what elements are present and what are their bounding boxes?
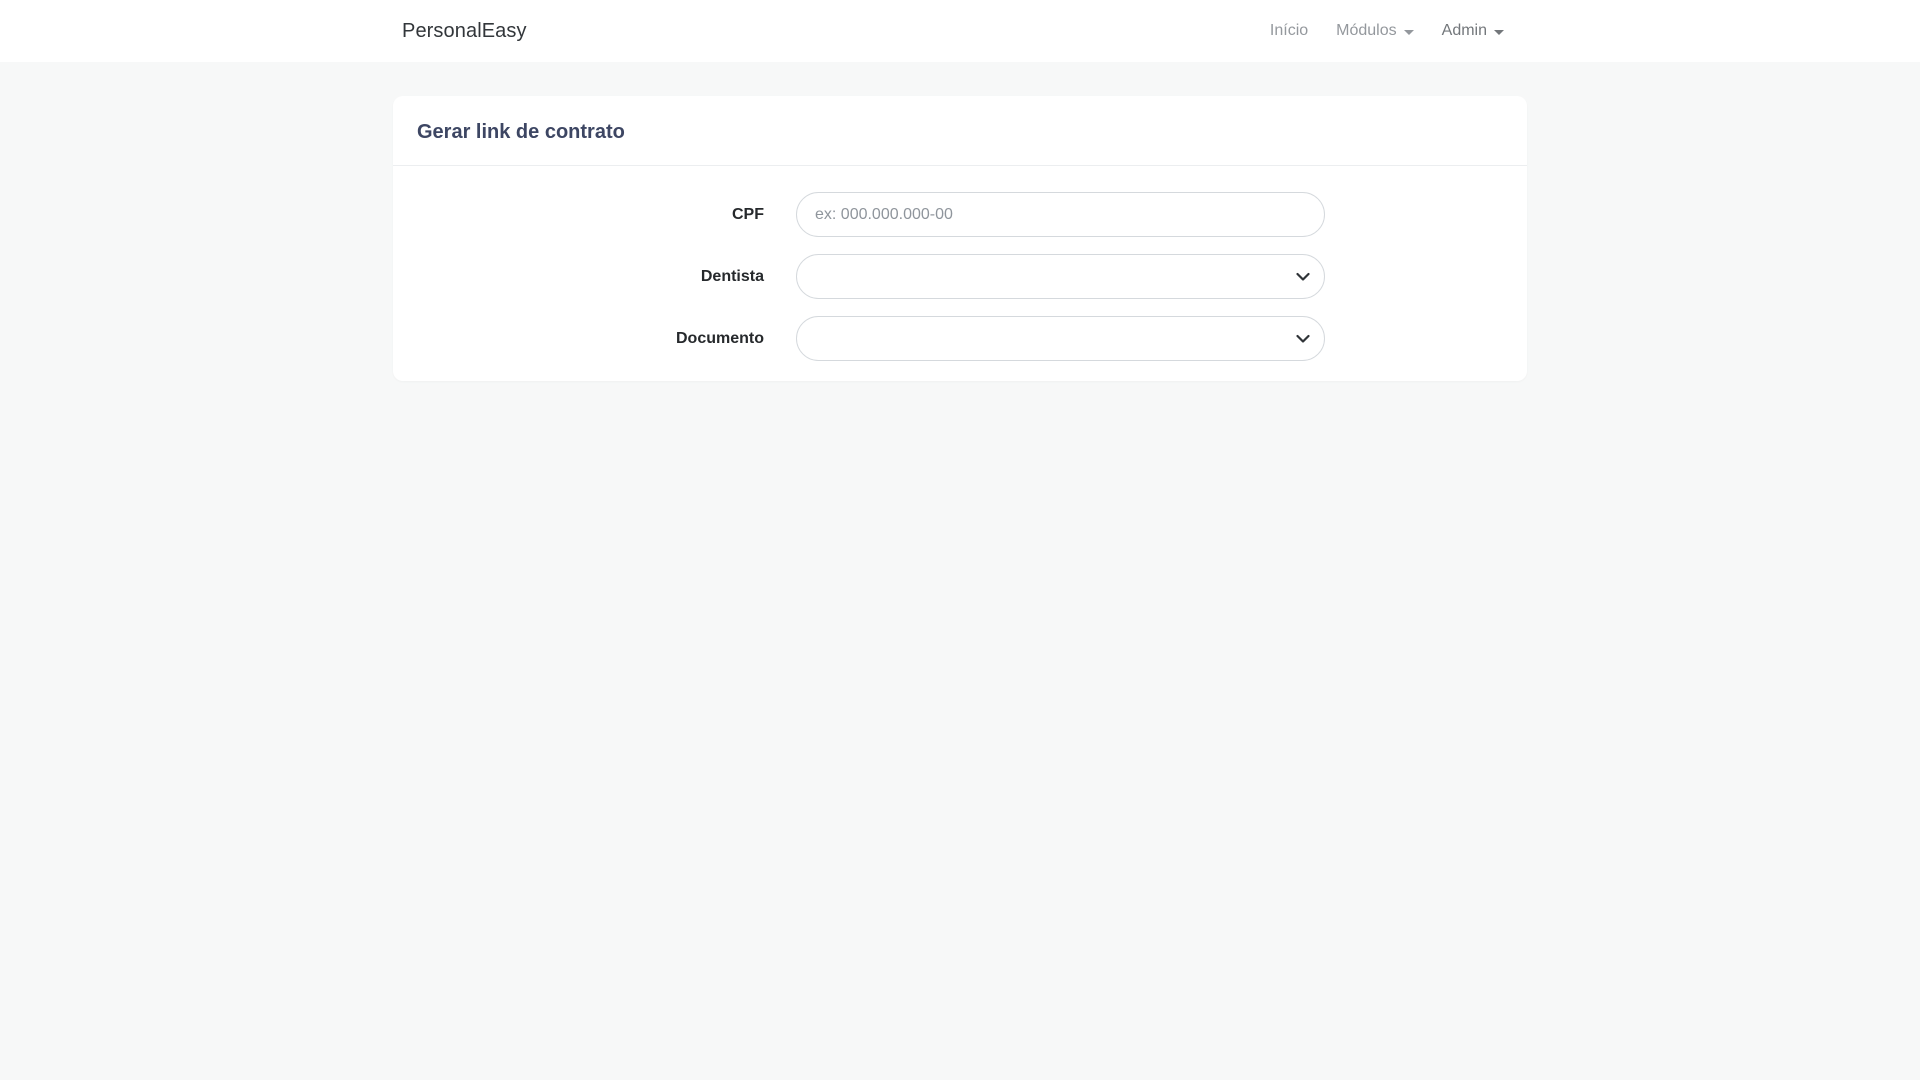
documento-label: Documento bbox=[417, 330, 796, 348]
dentista-select[interactable] bbox=[796, 254, 1325, 299]
nav-item-admin[interactable]: Admin bbox=[1428, 14, 1518, 48]
card-header: Gerar link de contrato bbox=[393, 96, 1527, 166]
nav-item-admin-label: Admin bbox=[1442, 22, 1487, 40]
form-row-cpf: CPF bbox=[417, 192, 1503, 237]
cpf-label: CPF bbox=[417, 206, 796, 224]
nav-item-inicio[interactable]: Início bbox=[1256, 14, 1322, 48]
cpf-input[interactable] bbox=[796, 192, 1325, 237]
card-body: CPF Dentista Documento bbox=[393, 166, 1527, 381]
nav-item-modulos[interactable]: Módulos bbox=[1322, 14, 1427, 48]
dentista-control-wrap bbox=[796, 254, 1325, 299]
dentista-label: Dentista bbox=[417, 268, 796, 286]
navbar-container: PersonalEasy Início Módulos Admin bbox=[390, 14, 1530, 48]
form-row-dentista: Dentista bbox=[417, 254, 1503, 299]
documento-control-wrap bbox=[796, 316, 1325, 361]
nav-item-modulos-label: Módulos bbox=[1336, 22, 1396, 40]
brand-link[interactable]: PersonalEasy bbox=[402, 20, 527, 43]
page-title: Gerar link de contrato bbox=[417, 121, 1503, 144]
cpf-control-wrap bbox=[796, 192, 1325, 237]
nav-item-inicio-label: Início bbox=[1270, 22, 1308, 40]
page-content: Gerar link de contrato CPF Dentista bbox=[0, 96, 1920, 381]
top-navbar: PersonalEasy Início Módulos Admin bbox=[0, 0, 1920, 62]
contract-link-card: Gerar link de contrato CPF Dentista bbox=[393, 96, 1527, 381]
chevron-down-icon bbox=[1404, 30, 1414, 35]
chevron-down-icon bbox=[1494, 30, 1504, 35]
main-nav: Início Módulos Admin bbox=[1256, 14, 1518, 48]
documento-select[interactable] bbox=[796, 316, 1325, 361]
form-row-documento: Documento bbox=[417, 316, 1503, 361]
